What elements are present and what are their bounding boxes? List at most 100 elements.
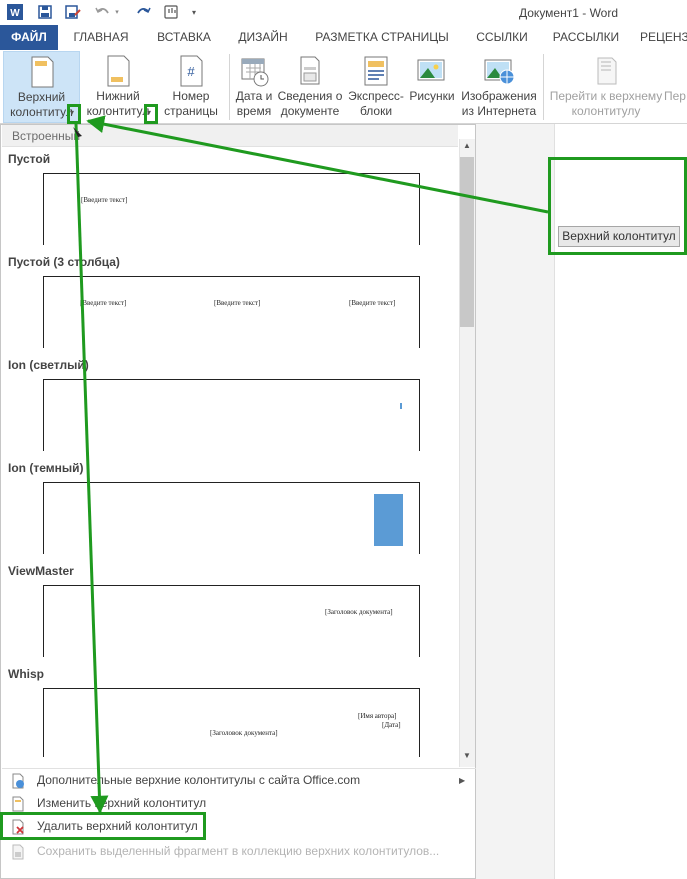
pictures-button[interactable]: Рисунки [407, 51, 457, 123]
placeholder-text: [Заголовок документа] [210, 729, 278, 737]
gallery-item-whisp[interactable]: [Имя автора] [Дата] [Заголовок документа… [43, 688, 420, 757]
page-number-label-2: страницы [164, 104, 218, 118]
placeholder-text: [Введите текст] [81, 196, 128, 204]
accent-block [374, 494, 403, 546]
annotation-box-header-tag [548, 157, 687, 255]
doc-info-button[interactable]: Сведения о документе [277, 51, 343, 123]
save-as-icon[interactable] [64, 3, 82, 21]
gallery-item-ion-light[interactable] [43, 379, 420, 451]
goto-header-icon [589, 54, 623, 88]
ribbon-group-separator [229, 54, 230, 120]
gallery-item-blank-3col[interactable]: [Введите текст] [Введите текст] [Введите… [43, 276, 420, 348]
next-label: Пер [664, 89, 686, 103]
ribbon-tabs: ФАЙЛ ГЛАВНАЯ ВСТАВКА ДИЗАЙН РАЗМЕТКА СТР… [0, 25, 687, 50]
doc-info-label-2: документе [280, 104, 340, 118]
office-web-icon [11, 773, 25, 789]
scroll-down-icon[interactable]: ▼ [459, 749, 475, 763]
ribbon: Верхний колонтитул ▾ Нижний колонтитул ▾ #… [0, 50, 687, 124]
online-pictures-icon [482, 54, 516, 88]
quick-parts-button[interactable]: Экспресс-блоки [345, 51, 407, 123]
ribbon-group-separator-2 [543, 54, 544, 120]
gallery-item-title: Ion (светлый) [8, 358, 89, 372]
date-time-label-2: время [236, 104, 272, 118]
gallery-item-title: Ion (темный) [8, 461, 84, 475]
accent-mark [400, 403, 402, 409]
tab-file[interactable]: ФАЙЛ [0, 25, 58, 50]
quick-parts-label-2: блоки [359, 104, 393, 118]
goto-header-label-2: колонтитулу [571, 104, 641, 118]
footer-button-label-1: Нижний [96, 89, 140, 103]
date-time-label-1: Дата и [235, 89, 273, 103]
tab-page-layout[interactable]: РАЗМЕТКА СТРАНИЦЫ [306, 25, 458, 50]
svg-text:W: W [10, 8, 20, 19]
header-button-label-1: Верхний [17, 90, 66, 104]
scroll-thumb[interactable] [460, 157, 474, 327]
header-icon [25, 55, 59, 89]
placeholder-text: [Имя автора] [358, 712, 397, 720]
tab-insert[interactable]: ВСТАВКА [148, 25, 220, 50]
footer-button-label-2: колонтитул [86, 104, 150, 118]
customize-qat-icon[interactable]: ▾ [188, 3, 200, 21]
undo-dropdown-icon[interactable]: ▾ [112, 3, 122, 21]
gallery-item-title: Пустой (3 столбца) [8, 255, 120, 269]
next-button[interactable]: Пер [664, 51, 687, 123]
placeholder-text: [Заголовок документа] [325, 608, 393, 616]
tab-references[interactable]: ССЫЛКИ [468, 25, 536, 50]
gallery-item-title: ViewMaster [8, 564, 74, 578]
online-pictures-label-2: из Интернета [461, 104, 537, 118]
document-info-icon [293, 54, 327, 88]
page-number-button[interactable]: # Номер страницы [157, 51, 225, 123]
save-icon[interactable] [36, 3, 54, 21]
menu-label: Изменить верхний колонтитул [37, 796, 207, 810]
submenu-arrow-icon: ▶ [459, 776, 466, 785]
date-time-button[interactable]: Дата и время [233, 51, 275, 123]
page-number-label-1: Номер [172, 89, 210, 103]
menu-label: Сохранить выделенный фрагмент в коллекци… [37, 844, 440, 858]
page-number-icon: # [174, 54, 208, 88]
tab-mailings[interactable]: РАССЫЛКИ [546, 25, 626, 50]
undo-icon[interactable] [94, 3, 112, 21]
footer-button[interactable]: Нижний колонтитул [83, 51, 153, 123]
online-pictures-label-1: Изображения [461, 89, 537, 103]
footer-icon [101, 54, 135, 88]
tab-review[interactable]: РЕЦЕНЗ [640, 25, 687, 50]
menu-more-headers[interactable]: Дополнительные верхние колонтитулы с сай… [2, 769, 476, 792]
header-gallery: Встроенный Пустой [Введите текст] Пустой… [0, 124, 476, 879]
pictures-label: Рисунки [409, 89, 455, 103]
placeholder-text: [Введите текст] [349, 299, 396, 307]
gallery-item-viewmaster[interactable]: [Заголовок документа] [43, 585, 420, 657]
window-title: Документ1 - Word [519, 6, 619, 20]
placeholder-text: [Дата] [382, 721, 401, 729]
title-bar: W ▾ ▾ Документ1 - Word [0, 0, 687, 25]
redo-icon[interactable] [134, 3, 152, 21]
document-margin [476, 124, 554, 879]
quick-parts-icon [359, 54, 393, 88]
goto-header-label-1: Перейти к верхнему [549, 89, 663, 103]
annotation-box-remove-header [0, 812, 206, 840]
calendar-icon [237, 54, 271, 88]
touch-mode-icon[interactable] [162, 3, 180, 21]
placeholder-text: [Введите текст] [214, 299, 261, 307]
quick-parts-label-1: Экспресс- [348, 89, 404, 103]
menu-save-selection[interactable]: Сохранить выделенный фрагмент в коллекци… [2, 840, 476, 863]
annotation-box-footer-dropdown [144, 104, 158, 124]
menu-label: Дополнительные верхние колонтитулы с сай… [37, 773, 361, 787]
edit-header-icon [11, 796, 25, 812]
tab-home[interactable]: ГЛАВНАЯ [64, 25, 138, 50]
word-app-icon[interactable]: W [6, 3, 24, 21]
gallery-item-ion-dark[interactable] [43, 482, 420, 554]
tab-design[interactable]: ДИЗАЙН [232, 25, 294, 50]
doc-info-label-1: Сведения о [277, 89, 343, 103]
scroll-up-icon[interactable]: ▲ [459, 139, 475, 153]
goto-header-button[interactable]: Перейти к верхнему колонтитулу [546, 51, 666, 123]
gallery-item-title: Whisp [8, 667, 44, 681]
placeholder-text: [Введите текст] [80, 299, 127, 307]
save-selection-icon [11, 844, 25, 860]
pictures-icon [415, 54, 449, 88]
gallery-section-label: Встроенный [2, 125, 458, 147]
gallery-item-blank[interactable]: [Введите текст] [43, 173, 420, 245]
annotation-box-header-dropdown [67, 104, 81, 124]
gallery-item-title: Пустой [8, 152, 51, 166]
online-pictures-button[interactable]: Изображения из Интернета [459, 51, 539, 123]
svg-text:#: # [187, 64, 195, 79]
